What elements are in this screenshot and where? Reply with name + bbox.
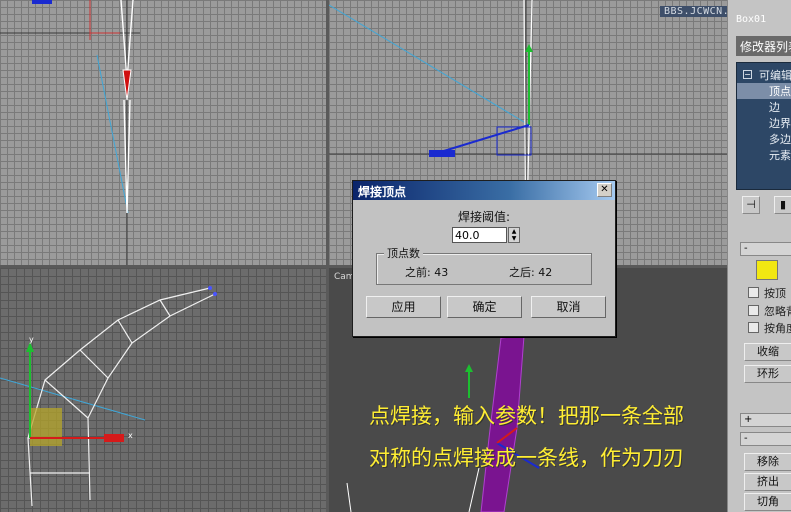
stack-item-element[interactable]: 元素 — [769, 147, 791, 163]
dialog-titlebar[interactable]: 焊接顶点 ✕ — [353, 181, 615, 200]
close-icon[interactable]: ✕ — [597, 183, 612, 197]
stack-item-polygon[interactable]: 多边 — [769, 131, 791, 147]
after-count: 之后: 42 — [509, 266, 553, 279]
pin-stack-icon[interactable]: ⊣ — [742, 196, 760, 214]
show-end-result-icon[interactable]: ▮ — [774, 196, 791, 214]
by-angle-label: 按角度 — [764, 322, 791, 335]
viewport-bottom-left-geometry: y x — [0, 286, 217, 507]
tutorial-caption-line-1: 点焊接，输入参数！把那一条全部 — [369, 404, 684, 428]
vertex-mode-icon[interactable] — [756, 260, 778, 280]
svg-text:y: y — [29, 335, 34, 344]
object-name: Box01 — [736, 14, 767, 25]
cancel-button[interactable]: 取消 — [531, 296, 606, 318]
by-vertex-label: 按顶 — [764, 287, 786, 300]
stack-item-edge[interactable]: 边 — [769, 99, 780, 115]
stack-item-vertex[interactable]: 顶点 — [737, 83, 791, 99]
stack-root[interactable]: 可编辑 — [759, 67, 791, 83]
modifier-stack[interactable]: − 可编辑 顶点 边 边界 多边 元素 — [736, 62, 791, 190]
spinner-down-icon[interactable]: ▼ — [509, 235, 519, 242]
selection-rollout-header[interactable]: - — [740, 242, 791, 256]
command-panel: Box01 修改器列表 − 可编辑 顶点 边 边界 多边 元素 ⊣ ▮ - 按顶… — [727, 0, 791, 512]
chamfer-button[interactable]: 切角 — [744, 493, 791, 511]
ignore-backfacing-label: 忽略背 — [764, 305, 791, 318]
before-count: 之前: 43 — [405, 266, 449, 279]
threshold-spinner[interactable]: ▲ ▼ — [508, 227, 520, 243]
weld-vertices-dialog: 焊接顶点 ✕ 焊接阈值: ▲ ▼ 顶点数 之前: 43 之后: 42 应用 确定… — [352, 180, 616, 337]
by-vertex-checkbox[interactable] — [748, 287, 759, 298]
viewport-bottom-left[interactable]: y x — [0, 268, 326, 512]
ignore-backfacing-checkbox[interactable] — [748, 305, 759, 316]
weld-threshold-label: 焊接阈值: — [457, 210, 511, 224]
dialog-title: 焊接顶点 — [358, 185, 407, 199]
viewport-top-left-geometry — [0, 0, 140, 265]
remove-button[interactable]: 移除 — [744, 453, 791, 471]
edit-vertices-rollout-header[interactable]: - — [740, 432, 791, 446]
vertex-count-legend: 顶点数 — [384, 245, 423, 261]
extrude-button[interactable]: 挤出 — [744, 473, 791, 491]
collapse-icon[interactable]: − — [743, 70, 752, 79]
svg-text:x: x — [128, 431, 133, 440]
screen: y x Cam BBS.JCWCN.COM Box01 修改器列表 − 可编辑 … — [0, 0, 791, 512]
ok-button[interactable]: 确定 — [447, 296, 522, 318]
stack-item-border[interactable]: 边界 — [769, 115, 791, 131]
vertex-count-group: 顶点数 之前: 43 之后: 42 — [376, 245, 592, 285]
tutorial-caption-line-2: 对称的点焊接成一条线，作为刀刃 — [369, 446, 684, 470]
soft-selection-rollout-header[interactable]: + — [740, 413, 791, 427]
weld-threshold-input[interactable] — [452, 227, 507, 243]
shrink-button[interactable]: 收缩 — [744, 343, 791, 361]
apply-button[interactable]: 应用 — [366, 296, 441, 318]
spinner-up-icon[interactable]: ▲ — [509, 228, 519, 235]
viewport-top-left[interactable] — [0, 0, 326, 265]
ring-button[interactable]: 环形 — [744, 365, 791, 383]
modifier-list-dropdown[interactable]: 修改器列表 — [736, 36, 791, 56]
by-angle-checkbox[interactable] — [748, 322, 759, 333]
